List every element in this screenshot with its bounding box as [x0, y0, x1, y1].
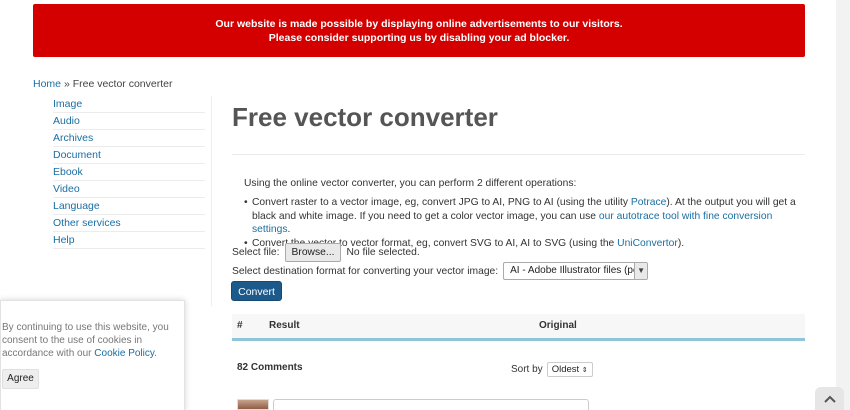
- sort-value: Oldest: [551, 364, 580, 375]
- browse-button[interactable]: Browse...: [284, 243, 342, 262]
- col-result-header: Result: [269, 320, 300, 331]
- sidebar-item-document[interactable]: Document: [53, 147, 205, 164]
- sort-select[interactable]: Oldest ⇕: [546, 362, 593, 377]
- format-select[interactable]: AI - Adobe Illustrator files (pos ▼: [503, 262, 649, 280]
- convert-button[interactable]: Convert: [231, 281, 282, 301]
- col-original-header: Original: [539, 320, 577, 331]
- sidebar-item-other-services[interactable]: Other services: [53, 215, 205, 232]
- sidebar-item-language[interactable]: Language: [53, 198, 205, 215]
- ad-banner-line1: Our website is made possible by displayi…: [215, 18, 623, 30]
- comment-input[interactable]: [273, 399, 589, 410]
- ad-banner-line2: Please consider supporting us by disabli…: [268, 32, 570, 44]
- sort-control: Sort by Oldest ⇕: [511, 362, 593, 377]
- agree-button[interactable]: Agree: [2, 369, 39, 389]
- sidebar-item-help[interactable]: Help: [53, 232, 205, 249]
- operation-text: .: [287, 224, 291, 235]
- chevron-up-icon: [823, 395, 836, 403]
- format-label: Select destination format for converting…: [232, 265, 499, 277]
- cookie-consent-popup: By continuing to use this website, you c…: [0, 300, 185, 410]
- results-table-header: # Result Original: [232, 314, 805, 338]
- sidebar-item-audio[interactable]: Audio: [53, 113, 205, 130]
- comments-count: 82 Comments: [237, 362, 303, 373]
- file-select-row: Select file: Browse... No file selected.: [232, 243, 420, 262]
- title-divider: [232, 154, 805, 155]
- select-file-label: Select file:: [232, 247, 280, 258]
- format-select-row: Select destination format for converting…: [232, 262, 649, 280]
- sidebar-divider: [211, 96, 212, 306]
- format-select-value: AI - Adobe Illustrator files (pos: [510, 265, 644, 276]
- potrace-link[interactable]: Potrace: [631, 197, 667, 208]
- col-number-header: #: [237, 320, 243, 331]
- sort-label: Sort by: [511, 364, 543, 375]
- operation-text: Convert raster to a vector image, eg, co…: [252, 197, 631, 208]
- scrollbar-edge[interactable]: [836, 0, 850, 410]
- cookie-end: .: [154, 348, 157, 359]
- table-header-bar: [232, 338, 805, 341]
- no-file-text: No file selected.: [346, 247, 420, 258]
- breadcrumb-current: Free vector converter: [72, 78, 173, 90]
- avatar: [237, 399, 269, 410]
- operation-text: ).: [677, 237, 685, 249]
- sidebar-item-ebook[interactable]: Ebook: [53, 164, 205, 181]
- breadcrumb-home-link[interactable]: Home: [33, 78, 61, 90]
- intro-text: Using the online vector converter, you c…: [244, 178, 577, 189]
- ad-blocker-banner: Our website is made possible by displayi…: [33, 4, 805, 57]
- operations-list: Convert raster to a vector image, eg, co…: [244, 196, 799, 250]
- cookie-text: By continuing to use this website, you c…: [2, 321, 172, 360]
- sidebar-item-image[interactable]: Image: [53, 96, 205, 113]
- operation-raster-to-vector: Convert raster to a vector image, eg, co…: [244, 196, 799, 237]
- breadcrumb: Home » Free vector converter: [33, 78, 173, 90]
- sidebar-item-archives[interactable]: Archives: [53, 130, 205, 147]
- sidebar-item-video[interactable]: Video: [53, 181, 205, 198]
- sidebar-nav: Image Audio Archives Document Ebook Vide…: [53, 96, 205, 249]
- breadcrumb-separator: »: [63, 78, 70, 90]
- uniconvertor-link[interactable]: UniConvertor: [617, 238, 678, 249]
- back-to-top-button[interactable]: [815, 387, 844, 410]
- page-title: Free vector converter: [232, 102, 498, 132]
- dropdown-arrow-icon: ▼: [634, 263, 648, 279]
- sort-updown-icon: ⇕: [581, 367, 588, 374]
- cookie-policy-link[interactable]: Cookie Policy: [94, 348, 154, 359]
